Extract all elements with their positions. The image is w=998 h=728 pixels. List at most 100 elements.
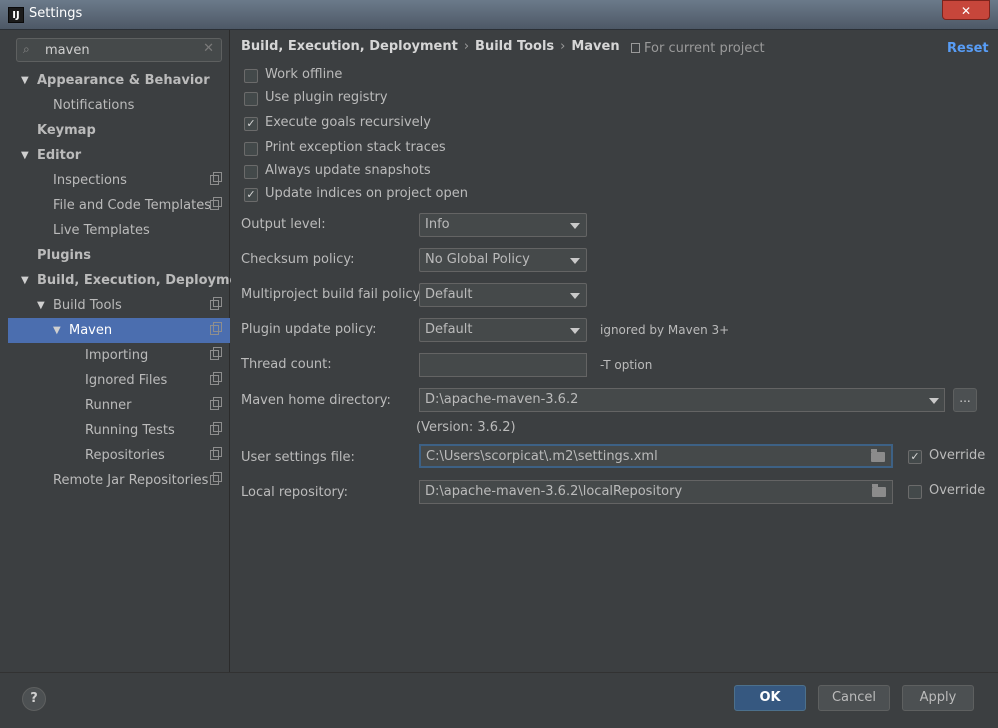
sidebar-item[interactable]: Live Templates — [8, 218, 230, 243]
project-scope-icon — [210, 447, 222, 460]
checkbox-box[interactable] — [908, 485, 922, 499]
sidebar-item[interactable]: ▼ Build, Execution, Deployment — [8, 268, 254, 293]
maven-home-label: Maven home directory: — [241, 393, 391, 408]
sidebar-item-label: Plugins — [37, 248, 91, 263]
sidebar-item[interactable]: ▼ Editor — [8, 143, 230, 168]
checkbox-box[interactable] — [244, 69, 258, 83]
checkbox-label: Print exception stack traces — [265, 140, 446, 155]
override-label: Override — [929, 448, 986, 463]
user-settings-value: C:\Users\scorpicat\.m2\settings.xml — [426, 449, 658, 464]
checksum-policy-select[interactable]: No Global Policy — [419, 248, 587, 272]
ok-button[interactable]: OK — [734, 685, 806, 711]
output-level-select[interactable]: Info — [419, 213, 587, 237]
breadcrumb-separator: › — [463, 39, 470, 54]
sidebar-item[interactable]: Inspections — [8, 168, 230, 193]
expand-arrow-icon[interactable]: ▼ — [37, 293, 45, 318]
maven-home-browse-button[interactable]: ... — [953, 388, 977, 412]
checksum-policy-value: No Global Policy — [425, 252, 530, 267]
checkbox-box[interactable]: ✓ — [244, 117, 258, 131]
sidebar-item-label: Notifications — [53, 98, 135, 113]
multiproject-fail-policy-select[interactable]: Default — [419, 283, 587, 307]
sidebar-item[interactable]: Remote Jar Repositories — [8, 468, 230, 493]
sidebar-item-label: Keymap — [37, 123, 96, 138]
sidebar-item[interactable]: ▼ Build Tools — [8, 293, 230, 318]
maven-home-input[interactable]: D:\apache-maven-3.6.2 — [419, 388, 924, 412]
project-scope-icon — [210, 372, 222, 385]
folder-icon[interactable] — [872, 484, 886, 497]
maven-version-text: (Version: 3.6.2) — [416, 420, 516, 435]
chevron-down-icon — [570, 258, 580, 264]
project-scope-note: For current project — [631, 41, 765, 56]
intellij-app-icon: IJ — [8, 7, 24, 23]
search-box[interactable]: ⌕ ✕ — [16, 38, 222, 62]
multiproject-fail-policy-label: Multiproject build fail policy: — [241, 287, 424, 302]
project-scope-icon — [210, 172, 222, 185]
sidebar-item-label: File and Code Templates — [53, 198, 211, 213]
sidebar-item-label: Importing — [85, 348, 149, 363]
sidebar-item[interactable]: ▼ Maven — [8, 318, 230, 343]
close-button[interactable]: ✕ — [942, 0, 990, 20]
project-scope-icon — [210, 347, 222, 360]
checkbox-box[interactable] — [244, 142, 258, 156]
checkbox-box[interactable] — [244, 165, 258, 179]
breadcrumb: Build, Execution, Deployment › Build Tools… — [241, 39, 620, 54]
title-bar: IJ Settings ✕ — [0, 0, 998, 30]
plugin-update-policy-value: Default — [425, 322, 473, 337]
sidebar-item-label: Build Tools — [53, 298, 122, 313]
sidebar-item[interactable]: Notifications — [8, 93, 230, 118]
expand-arrow-icon[interactable]: ▼ — [53, 318, 61, 343]
project-scope-icon — [631, 43, 640, 53]
sidebar-item-label: Maven — [69, 323, 113, 338]
sidebar-item[interactable]: Repositories — [8, 443, 230, 468]
maven-home-dropdown-button[interactable] — [923, 388, 945, 412]
checkbox-box[interactable]: ✓ — [908, 450, 922, 464]
local-repository-input[interactable]: D:\apache-maven-3.6.2\localRepository — [419, 480, 893, 504]
plugin-update-policy-hint: ignored by Maven 3+ — [600, 323, 730, 337]
apply-button[interactable]: Apply — [902, 685, 974, 711]
chevron-down-icon — [570, 328, 580, 334]
checkbox-box[interactable]: ✓ — [244, 188, 258, 202]
sidebar-item[interactable]: Ignored Files — [8, 368, 230, 393]
window-left-edge — [0, 30, 8, 672]
checkbox-label: Always update snapshots — [265, 163, 431, 178]
sidebar-item[interactable]: Runner — [8, 393, 230, 418]
sidebar-item-label: Repositories — [85, 448, 165, 463]
plugin-update-policy-select[interactable]: Default — [419, 318, 587, 342]
sidebar-item[interactable]: Plugins — [8, 243, 230, 268]
breadcrumb-item: Build, Execution, Deployment — [241, 39, 458, 54]
settings-sidebar: ⌕ ✕ ▼ Appearance & Behavior Notifications K… — [8, 30, 254, 672]
user-settings-input[interactable]: C:\Users\scorpicat\.m2\settings.xml — [419, 444, 893, 468]
cancel-button[interactable]: Cancel — [818, 685, 890, 711]
thread-count-hint: -T option — [600, 358, 653, 372]
search-input[interactable] — [45, 42, 195, 59]
expand-arrow-icon[interactable]: ▼ — [21, 143, 29, 168]
checkbox-label: Use plugin registry — [265, 90, 388, 105]
folder-icon[interactable] — [871, 449, 885, 462]
expand-arrow-icon[interactable]: ▼ — [21, 68, 29, 93]
sidebar-item[interactable]: Running Tests — [8, 418, 230, 443]
expand-arrow-icon[interactable]: ▼ — [21, 268, 29, 293]
sidebar-item-label: Live Templates — [53, 223, 150, 238]
clear-search-icon[interactable]: ✕ — [203, 41, 214, 56]
sidebar-item[interactable]: Keymap — [8, 118, 230, 143]
project-scope-icon — [210, 422, 222, 435]
dialog-footer: ? OK Cancel Apply — [0, 672, 998, 728]
breadcrumb-item: Build Tools — [475, 39, 555, 54]
checkbox-label: Update indices on project open — [265, 186, 468, 201]
thread-count-label: Thread count: — [241, 357, 332, 372]
checkbox-box[interactable] — [244, 92, 258, 106]
output-level-value: Info — [425, 217, 450, 232]
sidebar-item-label: Ignored Files — [85, 373, 168, 388]
breadcrumb-item: Maven — [571, 39, 620, 54]
sidebar-item[interactable]: Importing — [8, 343, 230, 368]
sidebar-item-label: Build, Execution, Deployment — [37, 273, 254, 288]
sidebar-item[interactable]: File and Code Templates — [8, 193, 230, 218]
help-button[interactable]: ? — [22, 687, 46, 711]
thread-count-input[interactable] — [419, 353, 587, 377]
sidebar-item[interactable]: ▼ Appearance & Behavior — [8, 68, 230, 93]
project-scope-icon — [210, 397, 222, 410]
reset-link[interactable]: Reset — [947, 41, 989, 56]
checksum-policy-label: Checksum policy: — [241, 252, 355, 267]
override-label: Override — [929, 483, 986, 498]
checkbox-label: Execute goals recursively — [265, 115, 431, 130]
